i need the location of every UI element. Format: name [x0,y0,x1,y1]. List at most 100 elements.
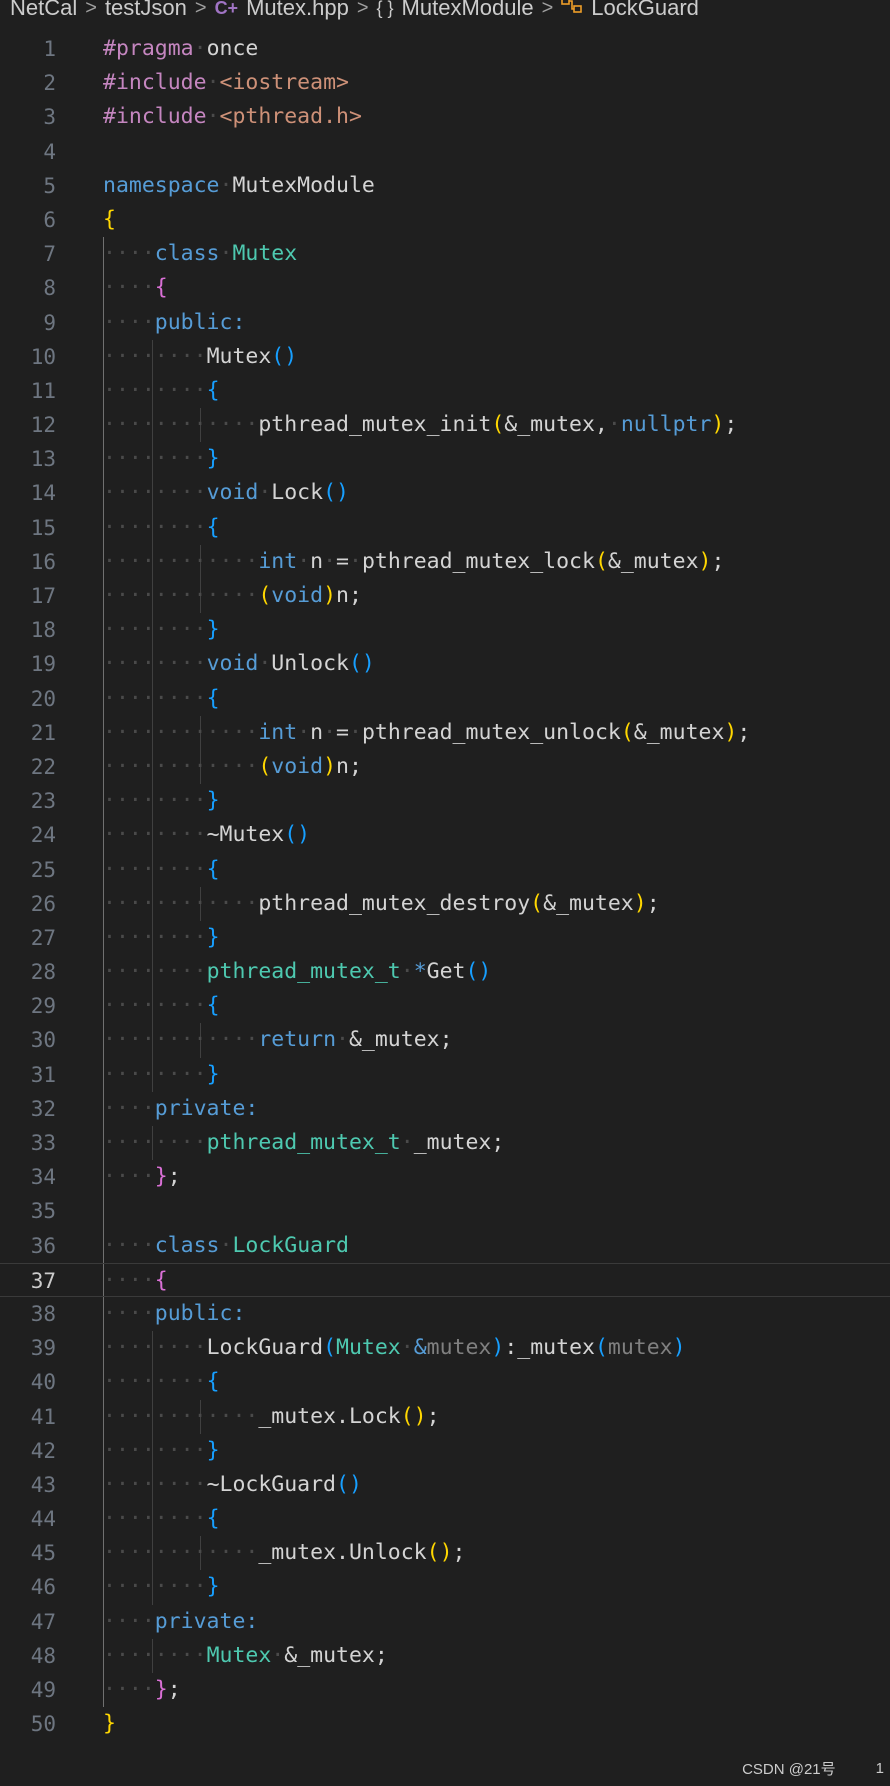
code-text: ········~Mutex() [103,818,310,852]
breadcrumb-item-netcal[interactable]: NetCal [10,0,77,20]
code-line[interactable]: 33 ········pthread_mutex_t·_mutex; [0,1126,890,1161]
code-line[interactable]: 10 ········Mutex() [0,339,890,374]
code-line[interactable]: 4 [0,135,890,169]
code-line[interactable]: 43 ········~LockGuard() [0,1467,890,1503]
line-number: 34 [30,1165,56,1190]
code-line[interactable]: 8 ····{ [0,271,890,306]
code-line[interactable]: 20 ········{ [0,681,890,716]
line-number: 33 [30,1131,56,1155]
code-line[interactable]: 30 ············return·&_mutex; [0,1023,890,1058]
breadcrumb-item-testjson[interactable]: testJson [105,0,187,20]
code-line[interactable]: 25 ········{ [0,852,890,887]
line-number: 37 [30,1268,56,1293]
code-line[interactable]: 22 ············(void)n; [0,749,890,785]
code-line[interactable]: 17 ············(void)n; [0,579,890,614]
code-line[interactable]: 21 ············int·n·=·pthread_mutex_unlo… [0,715,890,750]
code-line[interactable]: 36 ····class·LockGuard [0,1228,890,1263]
code-line[interactable]: 15 ········{ [0,510,890,545]
code-line[interactable]: 13 ········} [0,442,890,477]
code-line[interactable]: 14 ········void·Lock() [0,476,890,511]
code-text: ········{ [103,1365,220,1399]
code-line[interactable]: 34 ····}; [0,1160,890,1195]
code-line[interactable]: 6{ [0,203,890,237]
code-line[interactable]: 19 ········void·Unlock() [0,647,890,682]
code-token: } [206,1574,220,1600]
code-line[interactable]: 2 #include·<iostream> [0,66,890,100]
code-token: · [323,548,337,574]
line-number: 26 [30,891,56,916]
code-line[interactable]: 9 ····public: [0,305,890,340]
code-line[interactable]: 48 ········Mutex·&_mutex; [0,1638,890,1673]
code-line[interactable]: 41 ············_mutex.Lock(); [0,1399,890,1434]
code-token: { [206,377,220,403]
code-token: { [206,685,220,711]
code-token: ········ [103,1335,207,1361]
code-line[interactable]: 44 ········{ [0,1502,890,1537]
code-line[interactable]: 40 ········{ [0,1365,890,1400]
code-line[interactable]: 35 [0,1194,890,1229]
code-line[interactable]: 11 ········{ [0,373,890,409]
code-token: <iostream> [219,70,349,96]
code-line[interactable]: 37 ····{ [0,1262,890,1297]
code-line[interactable]: 47 ····private: [0,1604,890,1639]
breadcrumb-label: Mutex.hpp [246,0,349,20]
code-text: ········pthread_mutex_t·*Get() [103,955,491,989]
code-line[interactable]: 46 ········} [0,1570,890,1605]
code-line[interactable]: 18 ········} [0,613,890,648]
code-token: ···· [103,1267,155,1293]
code-line[interactable]: 31 ········} [0,1057,890,1092]
code-line[interactable]: 23 ········} [0,784,890,819]
code-token: · [607,412,621,438]
line-number: 31 [30,1062,56,1087]
code-text: ········{ [103,374,220,408]
code-text: ····class·Mutex [103,237,297,271]
namespace-icon: { } [376,0,394,18]
code-token: ········ [103,1061,207,1087]
code-line[interactable]: 50} [0,1707,890,1741]
code-token: ( [530,890,544,916]
code-token: #include [103,70,207,96]
code-line[interactable]: 38 ····public: [0,1296,890,1332]
code-editor[interactable]: 1 #pragma·once 2 #include·<iostream> 3 #inclu… [0,32,890,1741]
breadcrumb-item-lockguard[interactable]: LockGuard [561,0,699,20]
line-number: 12 [30,413,56,438]
code-line[interactable]: 24 ········~Mutex() [0,818,890,853]
code-line[interactable]: 26 ············pthread_mutex_destroy(&_mu… [0,886,890,921]
code-line[interactable]: 12 ············pthread_mutex_init(&_mutex… [0,408,890,443]
line-number: 7 [43,242,56,267]
code-line[interactable]: 29 ········{ [0,989,890,1024]
code-line[interactable]: 45 ············_mutex.Unlock(); [0,1536,890,1571]
code-token: void [206,651,259,677]
code-token: { [206,514,220,540]
code-token: ~LockGuard [206,1471,337,1497]
code-line[interactable]: 39 ········LockGuard(Mutex·&mutex):_mutex… [0,1331,890,1366]
code-token: public: [154,1300,246,1326]
code-token: nullptr [620,412,712,438]
code-token: ···· [103,1164,155,1190]
code-token: ( [620,719,634,745]
code-line[interactable]: 28 ········pthread_mutex_t·*Get() [0,955,890,990]
code-line[interactable]: 49 ····}; [0,1673,890,1708]
code-line[interactable]: 32 ····private: [0,1091,890,1126]
code-line[interactable]: 16 ············int·n·=·pthread_mutex_lock… [0,544,890,579]
code-line[interactable]: 1 #pragma·once [0,32,890,66]
code-token: ; [646,890,660,916]
code-line[interactable]: 5 namespace·MutexModule [0,169,890,203]
code-text: ············pthread_mutex_init(&_mutex,·… [103,408,737,442]
code-line[interactable]: 27 ········} [0,920,890,956]
code-token: MutexModule [232,172,375,198]
line-number: 17 [30,584,56,608]
code-token: n; [336,583,362,608]
code-line[interactable]: 7 ····class·Mutex [0,237,890,272]
code-line[interactable]: 3 #include·<pthread.h> [0,100,890,134]
code-token: } [206,446,220,472]
code-token: · [349,719,362,745]
code-token: · [349,548,362,574]
code-token: } [103,1711,116,1737]
code-token: ···· [103,1300,155,1326]
code-token: Mutex [206,343,272,369]
code-line[interactable]: 42 ········} [0,1433,890,1468]
breadcrumb-item-mutex-hpp[interactable]: C+ Mutex.hpp [215,0,349,20]
breadcrumb-item-mutexmodule[interactable]: { } MutexModule [377,0,534,20]
status-number: 1 [875,1759,884,1777]
